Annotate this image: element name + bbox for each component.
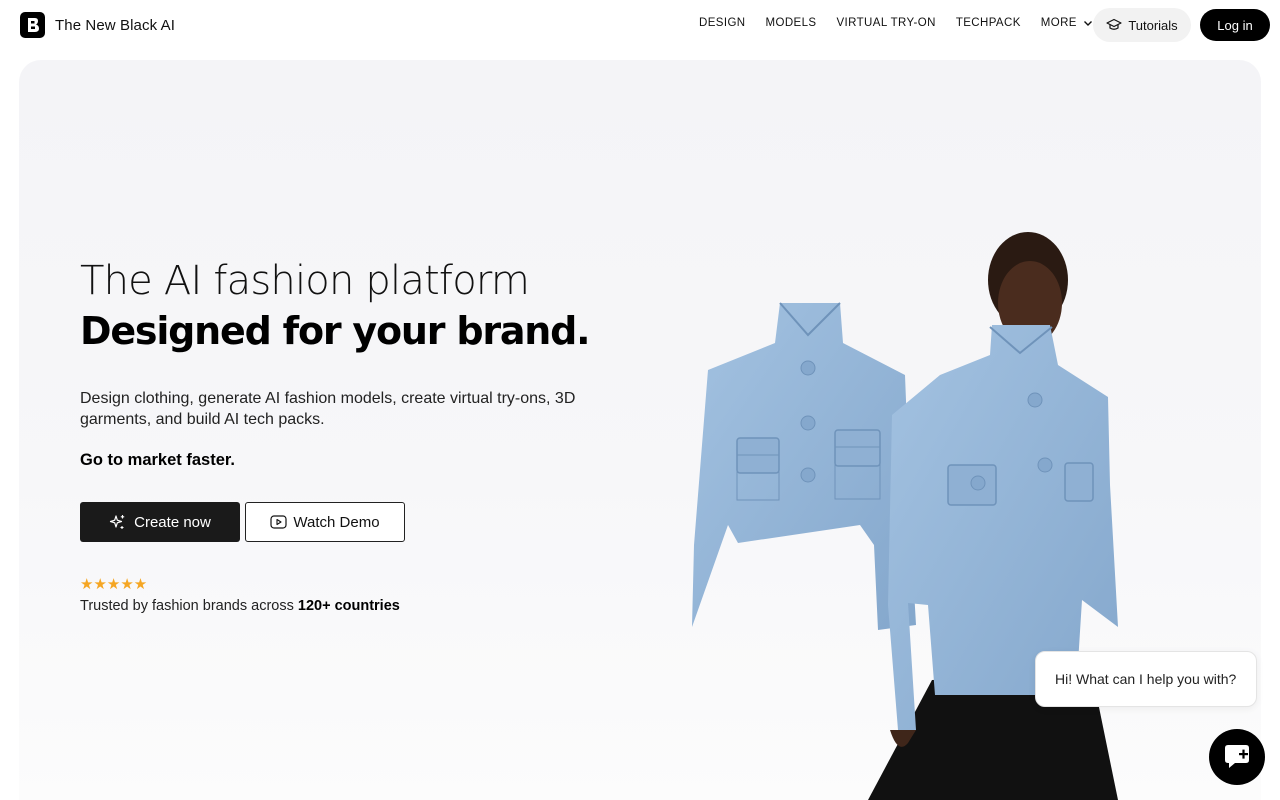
chat-icon bbox=[1225, 745, 1249, 768]
chat-greeting-bubble[interactable]: Hi! What can I help you with? bbox=[1035, 651, 1257, 707]
rating-stars: ★★★★★ bbox=[80, 576, 148, 593]
tutorials-button[interactable]: Tutorials bbox=[1093, 8, 1191, 42]
create-now-label: Create now bbox=[134, 513, 211, 531]
menu-item-design[interactable]: DESIGN bbox=[699, 17, 746, 29]
hero-tagline: Go to market faster. bbox=[80, 451, 235, 469]
create-now-button[interactable]: Create now bbox=[80, 502, 240, 542]
brand-link[interactable]: The New Black AI bbox=[20, 12, 175, 38]
hero-subtitle: Design clothing, generate AI fashion mod… bbox=[80, 390, 576, 428]
more-label: MORE bbox=[1040, 17, 1077, 29]
watch-demo-button[interactable]: Watch Demo bbox=[245, 502, 405, 542]
hero-fashion-image bbox=[692, 232, 1118, 800]
menu-item-more[interactable]: MORE bbox=[1041, 17, 1093, 29]
menu-item-models[interactable]: MODELS bbox=[766, 17, 817, 29]
chat-launcher-button[interactable] bbox=[1209, 729, 1265, 785]
login-button[interactable]: Log in bbox=[1200, 9, 1270, 41]
play-icon bbox=[270, 515, 288, 529]
hero-title-line2: Designed for your brand. bbox=[80, 309, 591, 353]
jacket-product-image bbox=[692, 302, 916, 630]
trust-countries: 120+ countries bbox=[297, 598, 400, 614]
graduation-cap-icon bbox=[1106, 18, 1122, 30]
watch-demo-label: Watch Demo bbox=[293, 513, 380, 531]
trust-prefix: Trusted by fashion brands across bbox=[80, 598, 298, 614]
chevron-down-icon bbox=[1083, 21, 1092, 26]
chat-greeting-text: Hi! What can I help you with? bbox=[1055, 671, 1237, 687]
brand-name: The New Black AI bbox=[55, 16, 175, 34]
tutorials-label: Tutorials bbox=[1128, 17, 1178, 33]
main-menu: DESIGN MODELS VIRTUAL TRY-ON TECHPACK MO… bbox=[699, 17, 1093, 29]
top-nav: The New Black AI DESIGN MODELS VIRTUAL T… bbox=[0, 0, 1280, 50]
hero-title-line1: The AI fashion platform bbox=[80, 258, 530, 304]
sparkle-icon bbox=[110, 514, 125, 529]
model-image bbox=[868, 232, 1118, 800]
trust-line: Trusted by fashion brands across 120+ co… bbox=[80, 598, 400, 614]
logo-icon bbox=[20, 12, 45, 38]
menu-item-virtual-try-on[interactable]: VIRTUAL TRY-ON bbox=[836, 17, 935, 29]
menu-item-techpack[interactable]: TECHPACK bbox=[956, 17, 1021, 29]
